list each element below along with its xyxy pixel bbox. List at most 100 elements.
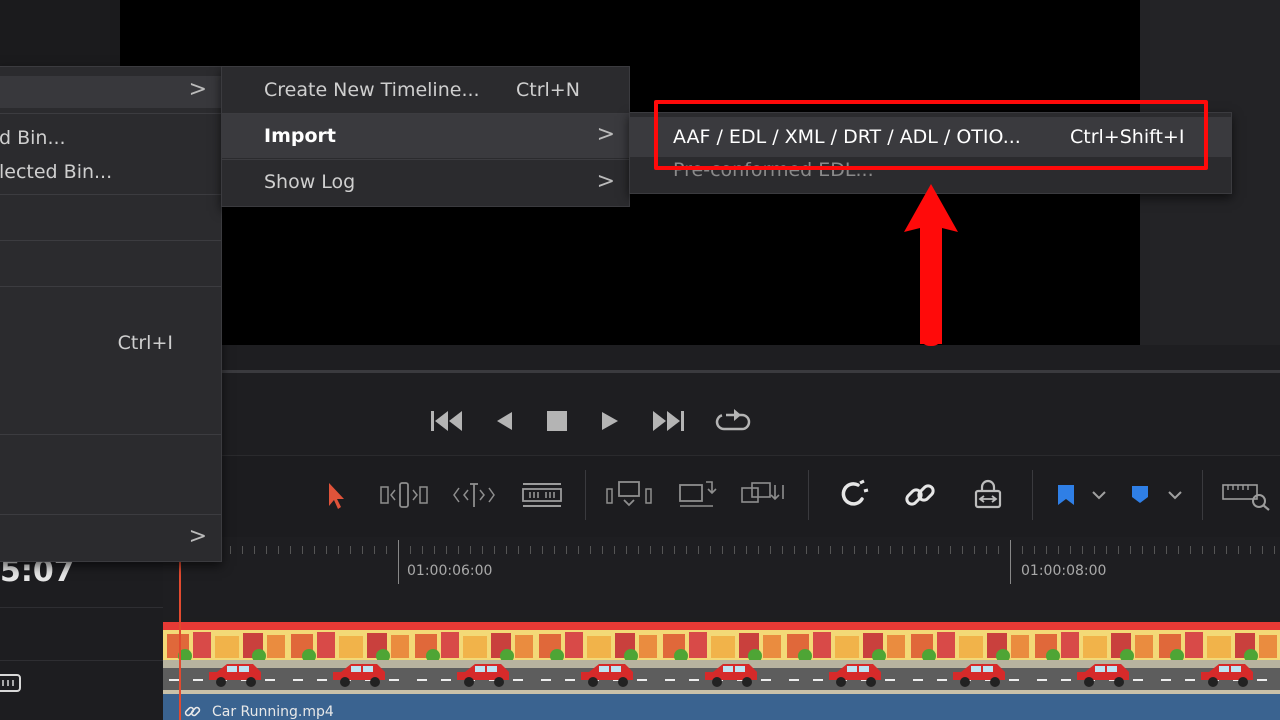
- ruler-tick: [1214, 546, 1215, 554]
- file-menu-item-submenu[interactable]: >: [0, 523, 221, 555]
- clip-name: Car Running.mp4: [212, 704, 334, 720]
- ruler-tick: [338, 546, 339, 554]
- timelines-submenu: Create New Timeline... Ctrl+N Import > S…: [221, 66, 630, 207]
- ruler-tick: [254, 546, 255, 554]
- clip-thumbnail-frame: [659, 622, 783, 694]
- clip-thumbnail-frame: [1155, 622, 1279, 694]
- clip-thumbnail-frame: [535, 622, 659, 694]
- shortcut-label: Ctrl+N: [516, 79, 580, 101]
- dynamic-trim-icon[interactable]: [450, 477, 498, 513]
- ruler-tick: [674, 546, 675, 554]
- ruler-tick: [446, 546, 447, 554]
- ruler-tick: [614, 546, 615, 554]
- jump-to-end-icon[interactable]: [648, 405, 688, 437]
- play-icon[interactable]: [597, 405, 623, 437]
- ruler-tick: [506, 546, 507, 554]
- overwrite-clip-icon[interactable]: [676, 477, 718, 513]
- play-reverse-icon[interactable]: [492, 405, 516, 437]
- ruler-tick: [266, 546, 267, 554]
- ruler-tick: [962, 546, 963, 554]
- menu-separator: [222, 159, 629, 160]
- file-menu-item-selected-bin[interactable]: lected Bin...: [0, 161, 221, 183]
- ruler-tick: [422, 546, 423, 554]
- ruler-tick: [1154, 546, 1155, 554]
- file-menu-item-bin[interactable]: d Bin...: [0, 127, 221, 149]
- file-menu-item[interactable]: [0, 249, 221, 283]
- menu-item-label: Import: [264, 125, 336, 147]
- menu-item-create-new-timeline[interactable]: Create New Timeline... Ctrl+N: [222, 79, 629, 109]
- flag-icon[interactable]: [1050, 477, 1112, 513]
- ruler-tick: [362, 546, 363, 554]
- ruler-tick: [350, 546, 351, 554]
- chevron-right-icon: >: [596, 169, 615, 194]
- menu-separator: [0, 113, 221, 114]
- stop-icon[interactable]: [543, 405, 571, 437]
- ruler-tick: [1130, 546, 1131, 554]
- ruler-tick: [302, 546, 303, 554]
- clip-thumbnail-frame: [1031, 622, 1155, 694]
- ruler-tick: [782, 546, 783, 554]
- ruler-tick: [902, 546, 903, 554]
- menu-item-import[interactable]: Import >: [222, 114, 629, 158]
- selection-mode-icon[interactable]: [320, 477, 350, 513]
- ruler-tick: [1034, 546, 1035, 554]
- chevron-right-icon: >: [188, 77, 207, 102]
- toolbar-separator: [1202, 470, 1203, 520]
- menu-separator: [0, 286, 221, 287]
- ruler-tick: [794, 546, 795, 554]
- ruler-tick: [1070, 546, 1071, 554]
- ruler-tick: [806, 546, 807, 554]
- clip-thumbnail-frame: [287, 622, 411, 694]
- position-lock-icon[interactable]: [966, 477, 1010, 513]
- ruler-tick: [1106, 546, 1107, 554]
- file-menu-item-timelines[interactable]: >: [0, 76, 221, 108]
- file-menu-item[interactable]: [0, 203, 221, 237]
- ruler-tick: [842, 546, 843, 554]
- video-clip-thumbnails[interactable]: [163, 622, 1280, 694]
- ruler-tick: [458, 546, 459, 554]
- toolbar-separator: [808, 470, 809, 520]
- ruler-tick: [1202, 546, 1203, 554]
- ruler-tick: [950, 546, 951, 554]
- menu-item-label: Create New Timeline...: [264, 79, 480, 101]
- insert-clip-icon[interactable]: [604, 477, 654, 513]
- toolbar-separator: [1032, 470, 1033, 520]
- blade-edit-icon[interactable]: [520, 477, 564, 513]
- arrow-up-icon: [902, 184, 960, 352]
- ruler-tick: [494, 546, 495, 554]
- ruler-tick: [626, 546, 627, 554]
- jump-to-start-icon[interactable]: [428, 405, 466, 437]
- ruler-tick: [1226, 546, 1227, 554]
- file-menu-item-import[interactable]: Ctrl+I: [0, 332, 221, 362]
- ruler-tick: [290, 546, 291, 554]
- clip-thumbnail-frame: [907, 622, 1031, 694]
- ruler-tick: [278, 546, 279, 554]
- menu-item-show-log[interactable]: Show Log >: [222, 169, 629, 201]
- ruler-tick: [578, 546, 579, 554]
- ruler-tick: [1010, 540, 1011, 584]
- ruler-tick: [1118, 546, 1119, 554]
- link-icon: [184, 703, 202, 720]
- ruler-tick: [566, 546, 567, 554]
- ruler-tick: [542, 546, 543, 554]
- trim-edit-icon[interactable]: [378, 477, 430, 513]
- snapping-icon[interactable]: [834, 477, 874, 513]
- ruler-tick: [746, 546, 747, 554]
- ruler-tick: [386, 546, 387, 554]
- ruler-tick: [530, 546, 531, 554]
- ruler-tick: [374, 546, 375, 554]
- menu-separator: [0, 194, 221, 195]
- film-strip-icon[interactable]: [0, 672, 22, 694]
- zoom-icon[interactable]: [1218, 477, 1274, 513]
- marker-icon[interactable]: [1126, 477, 1188, 513]
- resolve-edit-page: 01:00:06:00 01:00:08:00 Car Running.mp4 …: [0, 0, 1280, 720]
- replace-clip-icon[interactable]: [738, 477, 790, 513]
- ruler-tick: [686, 546, 687, 554]
- loop-icon[interactable]: [712, 403, 754, 439]
- playhead[interactable]: [179, 560, 181, 720]
- menu-separator: [0, 514, 221, 515]
- ruler-tick: [470, 546, 471, 554]
- viewer-scrubber-bar[interactable]: [222, 370, 1280, 373]
- linked-selection-icon[interactable]: [900, 477, 940, 513]
- ruler-tick: [710, 546, 711, 554]
